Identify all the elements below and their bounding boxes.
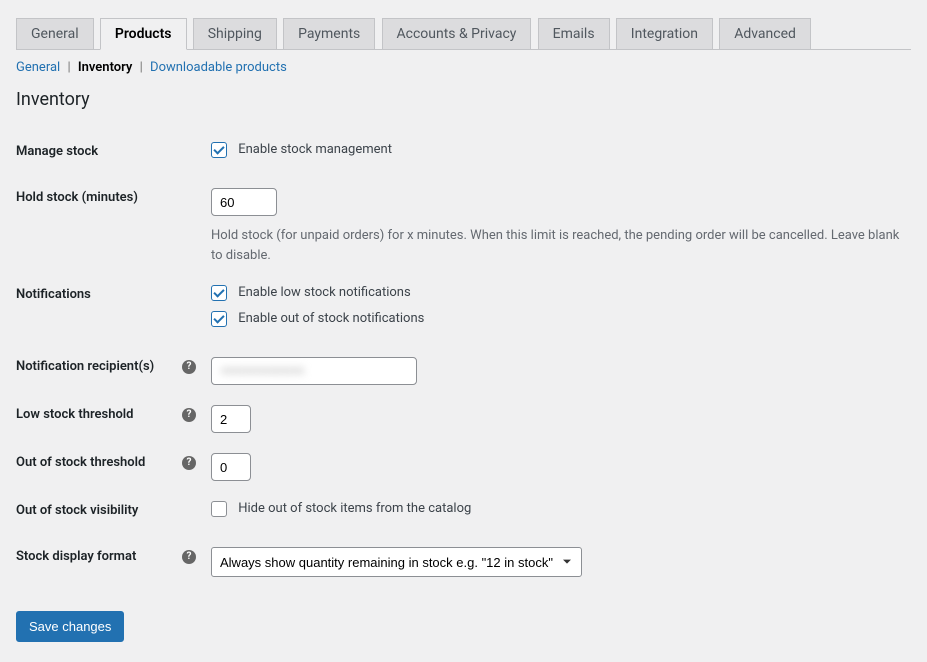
hide-out-of-stock-label[interactable]: Hide out of stock items from the catalog	[211, 501, 471, 516]
help-icon[interactable]: ?	[182, 456, 196, 470]
tab-accounts-privacy[interactable]: Accounts & Privacy	[382, 18, 532, 50]
hold-stock-input[interactable]	[211, 188, 277, 216]
low-stock-notif-checkbox[interactable]	[211, 285, 227, 301]
tab-shipping[interactable]: Shipping	[193, 18, 277, 50]
help-icon[interactable]: ?	[182, 550, 196, 564]
subnav-downloadable[interactable]: Downloadable products	[150, 60, 287, 75]
tab-advanced[interactable]: Advanced	[719, 18, 811, 50]
low-stock-threshold-input[interactable]	[211, 405, 251, 433]
manage-stock-label: Manage stock	[16, 132, 211, 178]
manage-stock-text: Enable stock management	[238, 142, 392, 157]
notifications-label: Notifications	[16, 275, 211, 347]
help-icon[interactable]: ?	[182, 408, 196, 422]
stock-display-format-select[interactable]: Always show quantity remaining in stock …	[211, 547, 582, 577]
hide-out-of-stock-checkbox[interactable]	[211, 501, 227, 517]
subnav-inventory[interactable]: Inventory	[78, 60, 133, 75]
recipient-label: Notification recipient(s)	[16, 359, 154, 374]
sub-nav: General | Inventory | Downloadable produ…	[16, 60, 911, 75]
out-of-stock-visibility-label: Out of stock visibility	[16, 491, 211, 537]
low-stock-notif-text: Enable low stock notifications	[238, 285, 410, 300]
out-of-stock-threshold-input[interactable]	[211, 453, 251, 481]
out-of-stock-notif-label[interactable]: Enable out of stock notifications	[211, 311, 424, 326]
tab-products[interactable]: Products	[100, 18, 187, 50]
manage-stock-checkbox-label[interactable]: Enable stock management	[211, 142, 392, 157]
tab-general[interactable]: General	[16, 18, 94, 50]
low-stock-threshold-label: Low stock threshold	[16, 407, 134, 422]
separator: |	[136, 60, 147, 75]
manage-stock-checkbox[interactable]	[211, 142, 227, 158]
page-title: Inventory	[16, 89, 911, 110]
subnav-general[interactable]: General	[16, 60, 60, 75]
tab-payments[interactable]: Payments	[283, 18, 375, 50]
main-tabs: General Products Shipping Payments Accou…	[16, 18, 911, 50]
hide-out-of-stock-text: Hide out of stock items from the catalog	[238, 501, 471, 516]
out-of-stock-notif-text: Enable out of stock notifications	[238, 311, 424, 326]
tab-emails[interactable]: Emails	[538, 18, 610, 50]
out-of-stock-notif-checkbox[interactable]	[211, 311, 227, 327]
tab-integration[interactable]: Integration	[616, 18, 713, 50]
hold-stock-label: Hold stock (minutes)	[16, 178, 211, 275]
low-stock-notif-label[interactable]: Enable low stock notifications	[211, 285, 411, 300]
stock-display-format-label: Stock display format	[16, 549, 136, 564]
hold-stock-description: Hold stock (for unpaid orders) for x min…	[211, 226, 911, 265]
blurred-value: xxxxxxxxxxxxxx	[221, 363, 304, 377]
help-icon[interactable]: ?	[182, 360, 196, 374]
separator: |	[63, 60, 74, 75]
out-of-stock-threshold-label: Out of stock threshold	[16, 455, 145, 470]
